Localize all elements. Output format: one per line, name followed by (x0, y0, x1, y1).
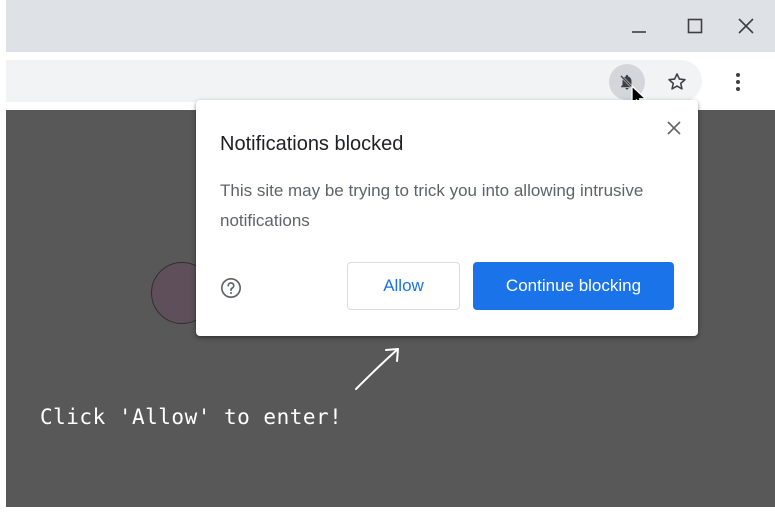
maximize-button[interactable] (679, 10, 711, 42)
continue-blocking-button[interactable]: Continue blocking (473, 262, 674, 310)
maximize-icon (687, 18, 703, 34)
browser-window: Click 'Allow' to enter! Notifications bl… (6, 0, 775, 507)
star-icon (668, 73, 686, 90)
more-vert-icon (736, 73, 740, 91)
dialog-message: This site may be trying to trick you int… (220, 181, 644, 230)
bookmark-star-button[interactable] (659, 64, 695, 100)
dialog-close-button[interactable] (664, 118, 684, 138)
dialog-title: Notifications blocked (220, 133, 404, 155)
allow-button[interactable]: Allow (347, 262, 460, 310)
help-icon[interactable] (220, 277, 242, 299)
more-menu-button[interactable] (720, 64, 756, 100)
minimize-button[interactable] (623, 10, 655, 42)
address-bar[interactable] (6, 60, 702, 102)
minimize-icon (632, 31, 646, 33)
close-icon (667, 121, 681, 135)
close-window-button[interactable] (730, 10, 762, 42)
hint-text: Click 'Allow' to enter! (40, 405, 343, 429)
title-bar (6, 0, 775, 52)
notifications-blocked-dialog: Notifications blocked This site may be t… (196, 100, 698, 336)
arrow-up-right-icon (355, 348, 399, 390)
close-icon (738, 18, 754, 34)
